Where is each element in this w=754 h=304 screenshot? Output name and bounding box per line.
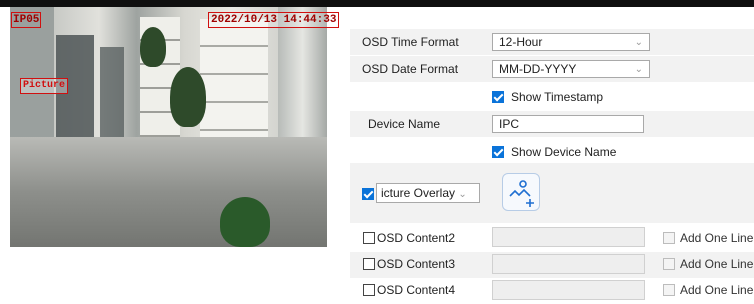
show-device-name-checkbox[interactable] bbox=[492, 146, 504, 158]
picture-overlay-select[interactable]: icture Overlay ⌄ bbox=[376, 183, 480, 203]
picture-overlay-value: icture Overlay bbox=[381, 186, 456, 200]
chevron-down-icon: ⌄ bbox=[634, 64, 643, 75]
osd-content3-input[interactable] bbox=[492, 254, 645, 274]
date-format-label: OSD Date Format bbox=[362, 62, 459, 76]
top-border bbox=[0, 0, 754, 7]
add-image-icon bbox=[509, 180, 534, 207]
time-format-select[interactable]: 12-Hour ⌄ bbox=[492, 33, 650, 51]
video-preview[interactable] bbox=[10, 7, 327, 247]
add-image-button[interactable] bbox=[502, 173, 540, 211]
chevron-down-icon: ⌄ bbox=[458, 189, 467, 200]
add-one-line-label: Add One Line bbox=[680, 231, 754, 245]
osd-content2-checkbox[interactable] bbox=[363, 232, 375, 244]
osd-device-name-box[interactable]: IP05 bbox=[11, 12, 42, 28]
plant bbox=[170, 67, 206, 127]
date-format-value: MM-DD-YYYY bbox=[499, 62, 577, 76]
plant bbox=[220, 197, 270, 247]
osd-content4-checkbox[interactable] bbox=[363, 284, 375, 296]
time-format-label: OSD Time Format bbox=[362, 35, 459, 49]
osd-picture-box[interactable]: Picture bbox=[20, 78, 69, 94]
show-timestamp-label: Show Timestamp bbox=[511, 90, 604, 104]
device-name-label: Device Name bbox=[368, 117, 441, 131]
time-format-value: 12-Hour bbox=[499, 35, 543, 49]
osd-content2-input[interactable] bbox=[492, 227, 645, 247]
add-one-line-label: Add One Line bbox=[680, 257, 754, 271]
floor bbox=[10, 137, 327, 247]
osd-content4-label: OSD Content4 bbox=[377, 283, 456, 297]
osd-content3-checkbox[interactable] bbox=[363, 258, 375, 270]
osd-content2-label: OSD Content2 bbox=[377, 231, 456, 245]
device-name-input[interactable]: IPC bbox=[492, 115, 644, 133]
plant bbox=[140, 27, 166, 67]
picture-overlay-checkbox[interactable] bbox=[362, 188, 374, 200]
show-device-name-label: Show Device Name bbox=[511, 145, 617, 159]
add-one-line-checkbox[interactable] bbox=[663, 258, 675, 270]
osd-content4-input[interactable] bbox=[492, 280, 645, 300]
chevron-down-icon: ⌄ bbox=[634, 37, 643, 48]
add-one-line-checkbox[interactable] bbox=[663, 232, 675, 244]
add-one-line-checkbox[interactable] bbox=[663, 284, 675, 296]
add-one-line-label: Add One Line bbox=[680, 283, 754, 297]
osd-content3-label: OSD Content3 bbox=[377, 257, 456, 271]
show-timestamp-checkbox[interactable] bbox=[492, 91, 504, 103]
date-format-select[interactable]: MM-DD-YYYY ⌄ bbox=[492, 60, 650, 78]
door bbox=[100, 47, 124, 142]
osd-timestamp-box[interactable]: 2022/10/13 14:44:33 bbox=[208, 12, 340, 28]
